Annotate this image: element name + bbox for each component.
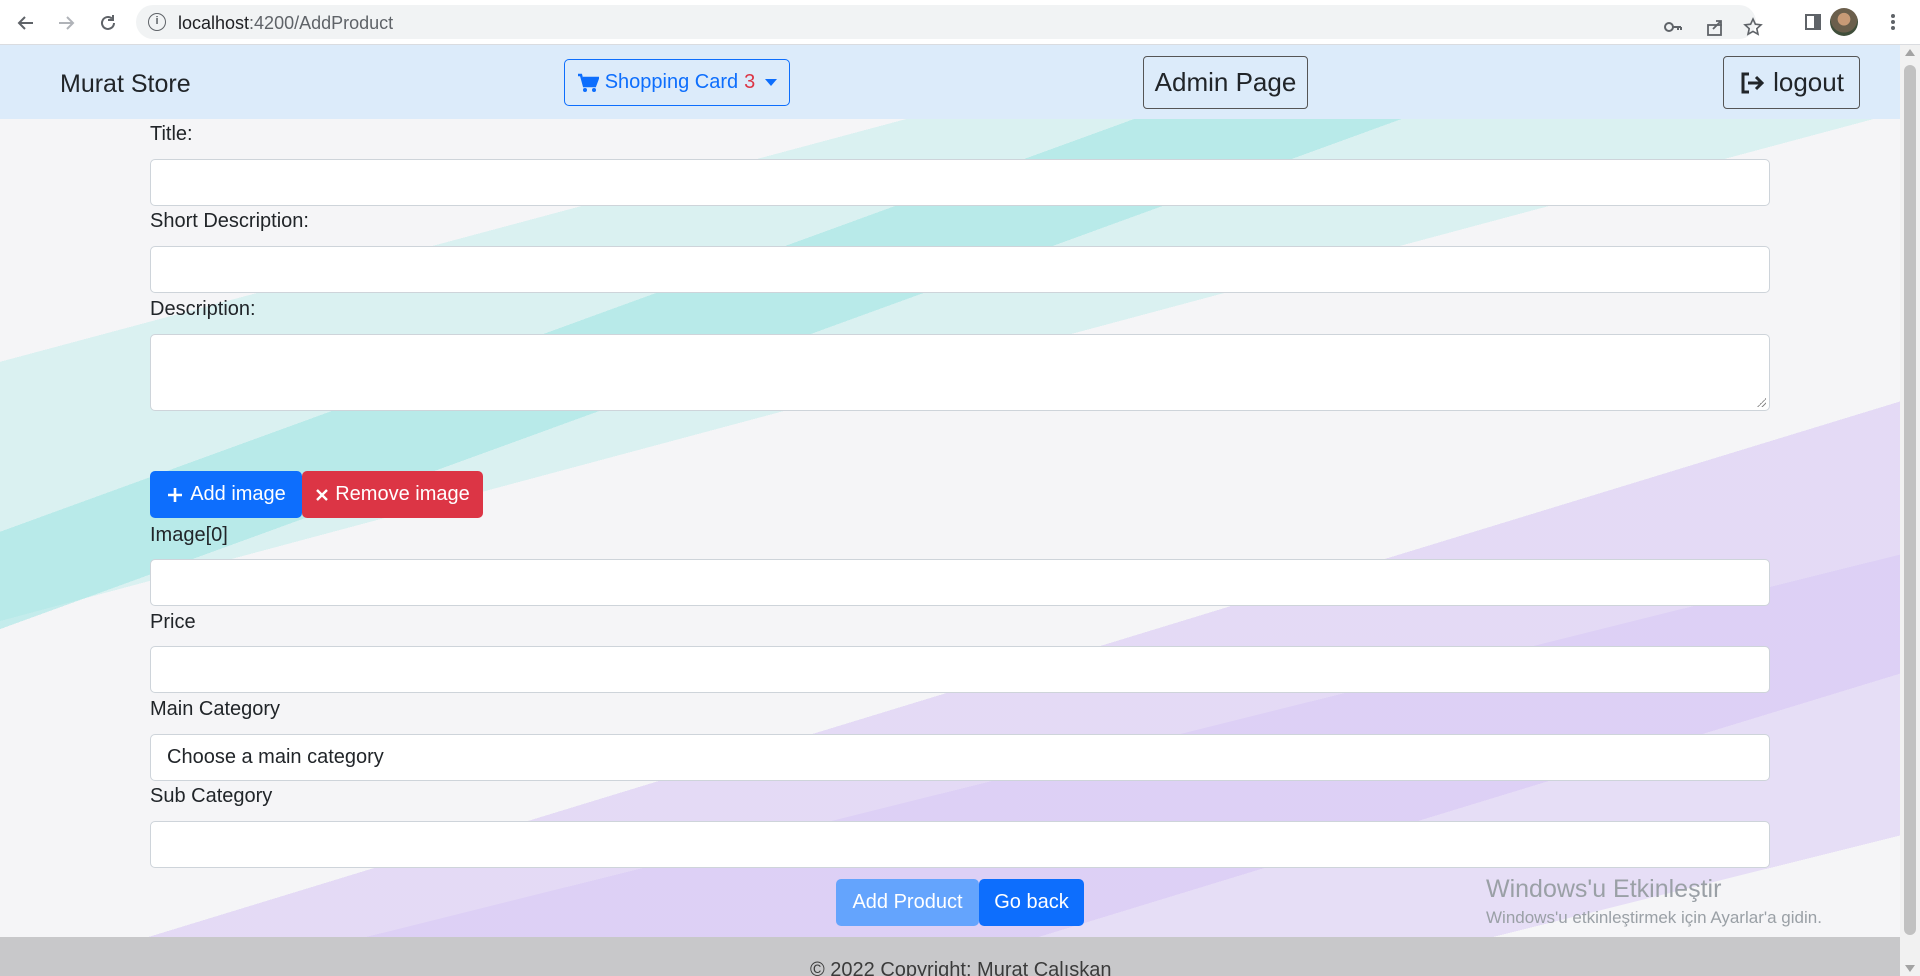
browser-toolbar: i localhost:4200/AddProduct [0,0,1920,45]
site-info-icon[interactable]: i [148,13,166,31]
add-image-label: Add image [190,483,286,505]
image-label: Image[0] [150,524,228,546]
page-scrollbar[interactable] [1900,45,1920,976]
main-category-select[interactable]: Choose a main category [150,734,1770,781]
url-text: localhost:4200/AddProduct [178,13,394,33]
close-icon [316,488,329,501]
short-description-input[interactable] [150,246,1770,293]
sign-out-icon [1741,72,1765,93]
chevron-down-icon [765,79,778,86]
go-back-button[interactable]: Go back [979,879,1084,926]
title-label: Title: [150,123,193,145]
add-image-button[interactable]: Add image [150,471,302,518]
shopping-cart-icon [577,73,599,92]
remove-image-button[interactable]: Remove image [302,471,483,518]
navbar: Murat Store Shopping Card 3 Admin Page l… [0,45,1900,119]
copyright-text: © 2022 Copyright: Murat Calıskan [810,959,1112,976]
scrollbar-thumb[interactable] [1904,65,1916,935]
address-bar[interactable]: i localhost:4200/AddProduct [136,5,1763,40]
more-menu-icon[interactable] [1880,9,1906,35]
description-textarea[interactable] [150,334,1770,411]
scroll-down-arrow-icon[interactable] [1905,965,1915,972]
image-input[interactable] [150,559,1770,606]
add-product-button[interactable]: Add Product [836,879,979,926]
activation-watermark-subtitle: Windows'u etkinleştirmek için Ayarlar'a … [1486,908,1822,927]
logout-label: logout [1773,67,1844,97]
footer: © 2022 Copyright: Murat Calıskan [0,937,1900,976]
cart-label: Shopping Card [604,71,739,93]
activation-watermark-title: Windows'u Etkinleştir [1486,875,1722,903]
key-icon[interactable] [1660,14,1686,40]
scroll-up-arrow-icon[interactable] [1905,49,1915,56]
sub-category-label: Sub Category [150,785,273,807]
page-content: Murat Store Shopping Card 3 Admin Page l… [0,45,1900,976]
main-category-label: Main Category [150,698,281,720]
description-label: Description: [150,298,256,320]
star-icon[interactable] [1740,14,1766,40]
forward-arrow-icon[interactable] [52,9,80,37]
sub-category-input[interactable] [150,821,1770,868]
price-label: Price [150,611,196,633]
brand[interactable]: Murat Store [60,70,191,99]
share-icon[interactable] [1702,14,1728,40]
cart-count-badge: 3 [744,71,756,93]
main-category-value: Choose a main category [167,746,384,768]
back-arrow-icon[interactable] [12,9,40,37]
logout-button[interactable]: logout [1723,56,1860,109]
short-description-label: Short Description: [150,210,309,232]
profile-avatar[interactable] [1830,8,1858,36]
side-panel-icon[interactable] [1800,9,1826,35]
shopping-cart-dropdown[interactable]: Shopping Card 3 [564,59,790,106]
reload-icon[interactable] [94,9,122,37]
remove-image-label: Remove image [335,483,470,505]
resize-handle-icon[interactable] [1756,397,1766,407]
plus-icon [168,487,183,502]
title-input[interactable] [150,159,1770,206]
price-input[interactable] [150,646,1770,693]
admin-page-button[interactable]: Admin Page [1143,56,1308,109]
